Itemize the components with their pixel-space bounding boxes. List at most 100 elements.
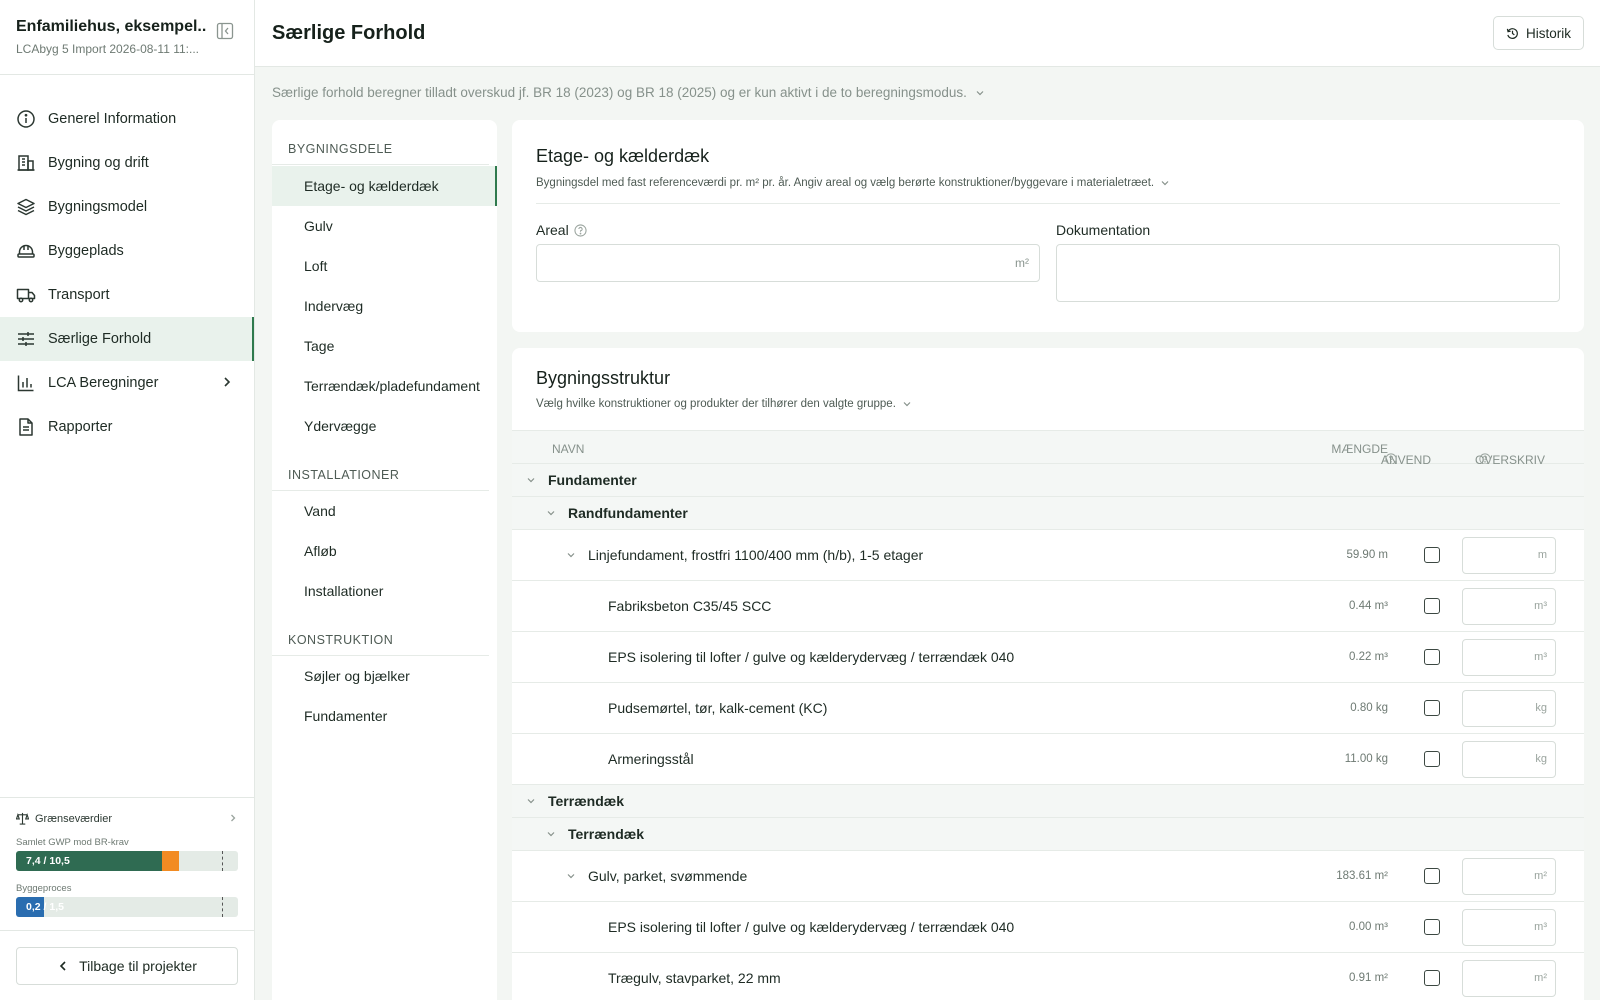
- category-item-sjler-og-bjlker[interactable]: Søjler og bjælker: [272, 656, 497, 696]
- override-input[interactable]: m³: [1462, 588, 1556, 625]
- info-notice[interactable]: Særlige forhold beregner tilladt oversku…: [272, 85, 985, 100]
- sidebar: Enfamiliehus, eksempel... LCAbyg 5 Impor…: [0, 0, 255, 1000]
- nav-item-rapporter[interactable]: Rapporter: [0, 405, 254, 449]
- category-item-indervg[interactable]: Indervæg: [272, 286, 497, 326]
- override-input[interactable]: kg: [1462, 741, 1556, 778]
- row-quantity: 0.22 m³: [1349, 651, 1388, 663]
- collapse-sidebar-icon[interactable]: [216, 22, 234, 40]
- chevron-down-icon[interactable]: [566, 550, 576, 560]
- override-unit: m: [1537, 549, 1547, 561]
- row-name: Gulv, parket, svømmende: [588, 868, 748, 884]
- category-item-vand[interactable]: Vand: [272, 491, 497, 531]
- override-input[interactable]: m³: [1462, 639, 1556, 676]
- row-quantity: 0.91 m²: [1349, 972, 1388, 984]
- category-item-terrndkpladefundament[interactable]: Terrændæk/pladefundament: [272, 366, 497, 406]
- category-item-loft[interactable]: Loft: [272, 246, 497, 286]
- table-row[interactable]: Linjefundament, frostfri 1100/400 mm (h/…: [512, 530, 1584, 581]
- apply-checkbox[interactable]: [1424, 868, 1440, 884]
- row-quantity: 183.61 m²: [1336, 870, 1388, 882]
- apply-checkbox[interactable]: [1424, 970, 1440, 986]
- category-group-heading: INSTALLATIONER: [272, 446, 489, 491]
- layers-icon: [16, 197, 36, 217]
- nav-item-transport[interactable]: Transport: [0, 273, 254, 317]
- override-input[interactable]: m³: [1462, 909, 1556, 946]
- nav-item-generel-information[interactable]: Generel Information: [0, 97, 254, 141]
- row-quantity: 0.44 m³: [1349, 600, 1388, 612]
- row-name: Trægulv, stavparket, 22 mm: [608, 970, 781, 986]
- nav-item-bygningsmodel[interactable]: Bygningsmodel: [0, 185, 254, 229]
- row-name: Randfundamenter: [568, 505, 688, 521]
- tree-subgroup-row[interactable]: Terrændæk: [512, 818, 1584, 851]
- category-panel: BYGNINGSDELE Etage- og kælderdæk Gulv Loft I…: [272, 120, 497, 1000]
- chevron-down-icon: [902, 399, 912, 409]
- areal-unit: m²: [1015, 256, 1029, 270]
- override-input[interactable]: m²: [1462, 858, 1556, 895]
- structure-subtitle[interactable]: Vælg hvilke konstruktioner og produkter …: [536, 398, 912, 410]
- nav-item-byggeplads[interactable]: Byggeplads: [0, 229, 254, 273]
- row-quantity: 0.80 kg: [1350, 702, 1388, 714]
- category-item-tage[interactable]: Tage: [272, 326, 497, 366]
- table-row[interactable]: EPS isolering til lofter / gulve og kæld…: [512, 902, 1584, 953]
- category-item-aflb[interactable]: Afløb: [272, 531, 497, 571]
- row-name: EPS isolering til lofter / gulve og kæld…: [608, 649, 1015, 665]
- table-row[interactable]: Armeringsstål 11.00 kg kg: [512, 734, 1584, 785]
- table-row[interactable]: Gulv, parket, svømmende 183.61 m² m²: [512, 851, 1584, 902]
- nav-item-label: Bygning og drift: [48, 155, 149, 171]
- override-unit: m²: [1534, 870, 1547, 882]
- areal-input[interactable]: m²: [536, 244, 1040, 282]
- tree-group-row[interactable]: Fundamenter: [512, 464, 1584, 497]
- scale-icon: [16, 812, 29, 825]
- chevron-down-icon[interactable]: [526, 475, 536, 485]
- history-button[interactable]: Historik: [1492, 16, 1584, 50]
- chevron-down-icon[interactable]: [566, 871, 576, 881]
- main-nav: Generel Information Bygning og drift Bygni…: [0, 75, 254, 449]
- limit-marker: [222, 851, 224, 871]
- limits-toggle[interactable]: Grænseværdier: [16, 812, 238, 825]
- category-item-gulv[interactable]: Gulv: [272, 206, 497, 246]
- row-name: Fundamenter: [548, 472, 637, 488]
- chevron-down-icon[interactable]: [526, 796, 536, 806]
- history-label: Historik: [1525, 25, 1571, 41]
- row-name: Linjefundament, frostfri 1100/400 mm (h/…: [588, 547, 924, 563]
- nav-item-bygning-og-drift[interactable]: Bygning og drift: [0, 141, 254, 185]
- limit-progress-bar: 7,4 / 10,5: [16, 851, 238, 871]
- col-quantity: MÆNGDE: [1331, 442, 1388, 456]
- apply-checkbox[interactable]: [1424, 919, 1440, 935]
- structure-title: Bygningsstruktur: [536, 368, 671, 388]
- category-item-fundamenter[interactable]: Fundamenter: [272, 696, 497, 736]
- project-header: Enfamiliehus, eksempel... LCAbyg 5 Impor…: [0, 0, 254, 75]
- documentation-textarea[interactable]: [1056, 244, 1560, 302]
- table-row[interactable]: Fabriksbeton C35/45 SCC 0.44 m³ m³: [512, 581, 1584, 632]
- apply-checkbox[interactable]: [1424, 649, 1440, 665]
- notice-text: Særlige forhold beregner tilladt oversku…: [272, 85, 967, 100]
- override-input[interactable]: kg: [1462, 690, 1556, 727]
- back-to-projects-button[interactable]: Tilbage til projekter: [16, 947, 238, 985]
- chevron-down-icon[interactable]: [546, 508, 556, 518]
- tree-group-row[interactable]: Terrændæk: [512, 785, 1584, 818]
- override-input[interactable]: m: [1462, 537, 1556, 574]
- table-row[interactable]: Trægulv, stavparket, 22 mm 0.91 m² m²: [512, 953, 1584, 1000]
- structure-card: Bygningsstruktur Vælg hvilke konstruktio…: [512, 348, 1584, 1000]
- nav-item-srlige-forhold[interactable]: Særlige Forhold: [0, 317, 254, 361]
- table-row[interactable]: Pudsemørtel, tør, kalk-cement (KC) 0.80 k…: [512, 683, 1584, 734]
- detail-subtitle[interactable]: Bygningsdel med fast referenceværdi pr. …: [536, 177, 1170, 189]
- nav-item-lca-beregninger[interactable]: LCA Beregninger: [0, 361, 254, 405]
- apply-checkbox[interactable]: [1424, 700, 1440, 716]
- override-input[interactable]: m²: [1462, 960, 1556, 997]
- category-item-installationer[interactable]: Installationer: [272, 571, 497, 611]
- documentation-label: Dokumentation: [1056, 222, 1150, 238]
- limit-bar-label: Samlet GWP mod BR-krav: [16, 837, 129, 848]
- chevron-down-icon[interactable]: [546, 829, 556, 839]
- override-unit: kg: [1535, 702, 1547, 714]
- tree-subgroup-row[interactable]: Randfundamenter: [512, 497, 1584, 530]
- apply-checkbox[interactable]: [1424, 751, 1440, 767]
- table-row[interactable]: EPS isolering til lofter / gulve og kæld…: [512, 632, 1584, 683]
- apply-checkbox[interactable]: [1424, 547, 1440, 563]
- apply-checkbox[interactable]: [1424, 598, 1440, 614]
- nav-item-label: Transport: [48, 287, 110, 303]
- structure-tree: Fundamenter Randfundamenter Linjefundament…: [512, 464, 1584, 1000]
- help-icon[interactable]: [574, 223, 587, 237]
- category-item-ydervgge[interactable]: Ydervægge: [272, 406, 497, 446]
- limit-bar-label: Byggeproces: [16, 883, 72, 894]
- category-item-etage--og-klderdk[interactable]: Etage- og kælderdæk: [272, 166, 497, 206]
